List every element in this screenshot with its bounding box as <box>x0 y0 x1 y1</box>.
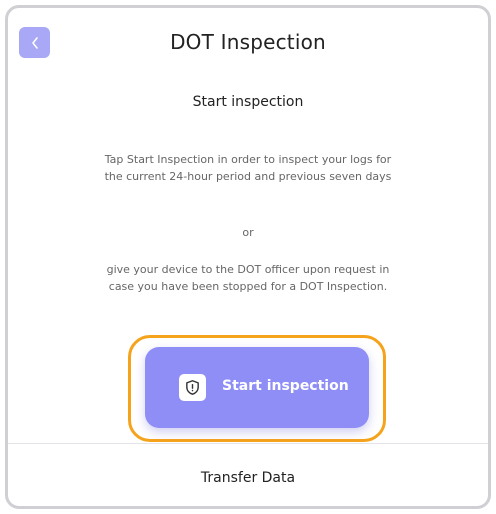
or-separator: or <box>242 226 254 239</box>
inspection-description: Tap Start Inspection in order to inspect… <box>104 153 392 183</box>
section-subtitle: Start inspection <box>192 94 304 110</box>
transfer-data-button[interactable]: Transfer Data <box>8 470 488 486</box>
start-inspection-label: Start inspection <box>222 378 349 394</box>
page-title: DOT Inspection <box>170 30 326 54</box>
device-handover-description: give your device to the DOT officer upon… <box>106 263 390 293</box>
start-inspection-button[interactable]: Start inspection <box>145 347 369 428</box>
shield-alert-icon <box>179 374 206 401</box>
divider <box>8 443 488 444</box>
header: DOT Inspection <box>8 8 488 78</box>
dot-inspection-screen: DOT Inspection Start inspection Tap Star… <box>5 5 491 509</box>
